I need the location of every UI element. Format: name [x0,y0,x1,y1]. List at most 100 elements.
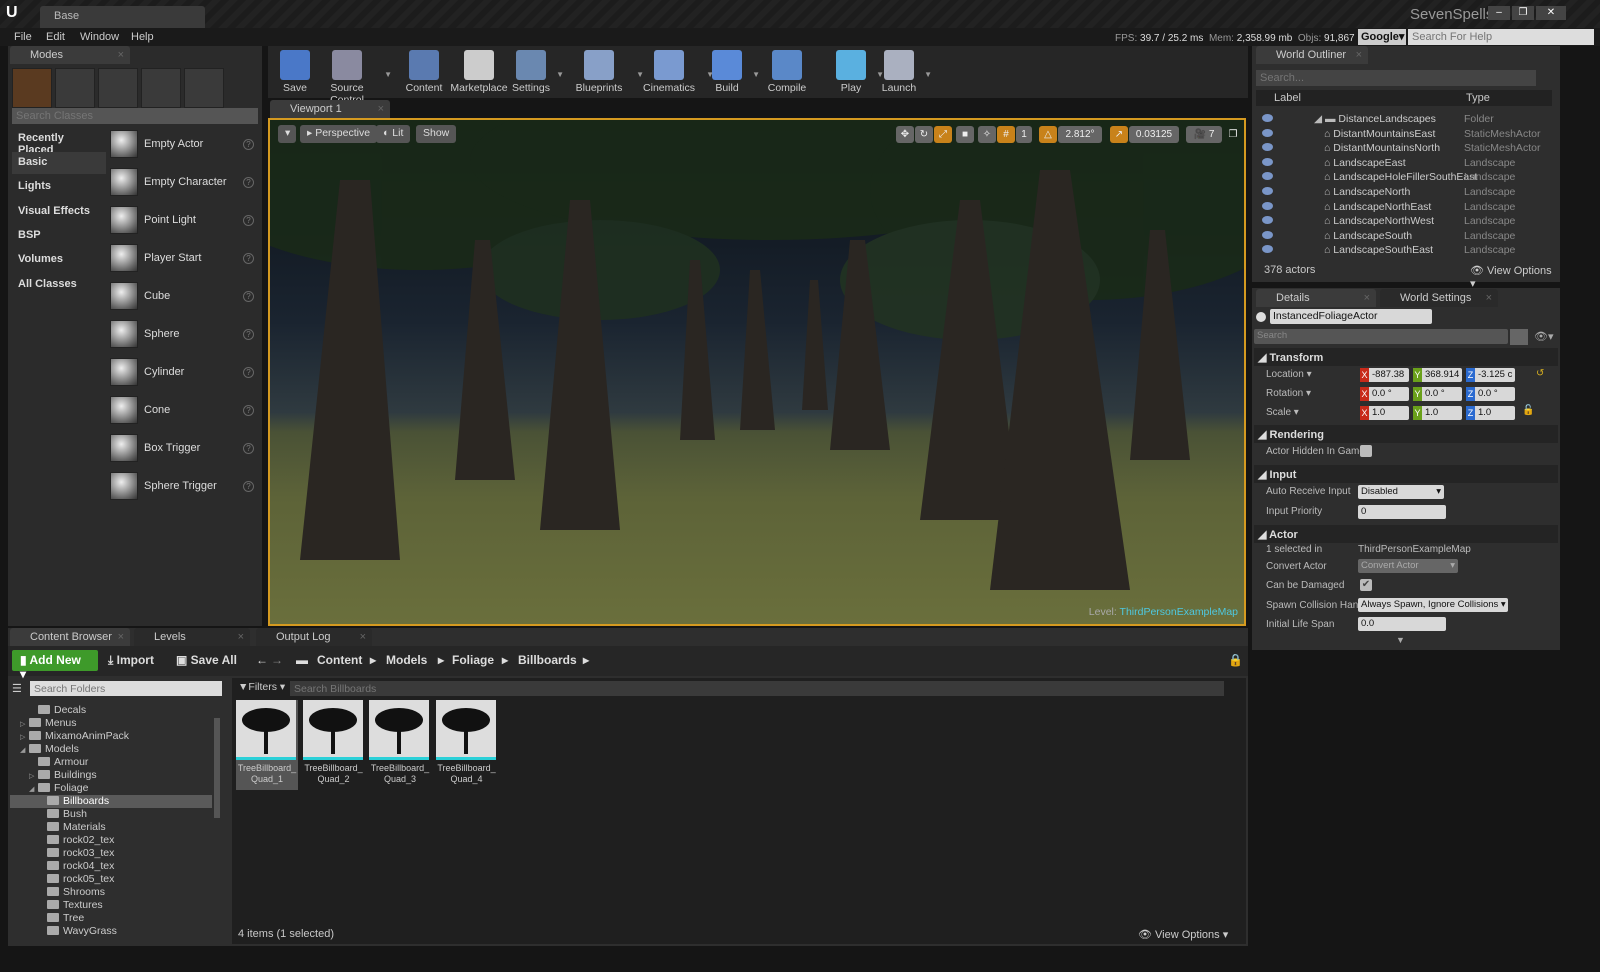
tab-levels[interactable]: Levels × [134,628,250,646]
toolbar-play-button[interactable]: Play ▼ [828,48,884,96]
lock-icon[interactable]: 🔒 [1228,653,1243,667]
tab-content-browser[interactable]: Content Browser × [10,628,130,646]
rotation-z-field[interactable]: 0.0 ° [1475,387,1515,401]
landscape-mode-icon[interactable] [98,68,138,108]
outliner-row[interactable]: ⌂ LandscapeNorthEast Landscape [1254,200,1544,215]
asset-tile[interactable]: TreeBillboard_ Quad_4 [435,700,498,790]
section-input[interactable]: ◢ Input [1254,465,1558,483]
folder-item[interactable]: Tree [10,912,212,925]
tab-modes[interactable]: Modes × [10,46,130,64]
scale-snap-icon[interactable]: ↗ [1110,126,1128,143]
section-rendering[interactable]: ◢ Rendering [1254,425,1558,443]
rotation-label[interactable]: Rotation ▾ [1266,388,1311,399]
viewport-options-button[interactable]: ▾ [278,125,296,143]
folder-item[interactable]: ▷ Menus [10,717,212,730]
toolbar-settings-button[interactable]: Settings ▼ [508,48,564,96]
world-local-icon[interactable]: ■ [956,126,974,143]
folder-item[interactable]: rock03_tex [10,847,212,860]
minimize-button[interactable]: – [1488,6,1510,20]
visibility-eye-icon[interactable] [1262,201,1273,210]
scale-label[interactable]: Scale ▾ [1266,407,1299,418]
lock-icon[interactable]: 🔓 [1522,405,1534,416]
toolbar-source-control-button[interactable]: Source Control▼ [312,48,392,106]
expand-arrow-icon[interactable]: ▷ [29,772,38,780]
asset-tile[interactable]: TreeBillboard_ Quad_1 [236,700,298,790]
place-item[interactable]: Empty Character? [108,166,260,202]
rotation-snap-value[interactable]: 2.812° [1058,126,1102,143]
outliner-row[interactable]: ◢ ▬ DistanceLandscapes Folder [1254,112,1544,127]
folder-item[interactable]: rock05_tex [10,873,212,886]
outliner-row[interactable]: ⌂ LandscapeSouthEast Landscape [1254,243,1544,258]
expand-arrow-icon[interactable]: ▷ [20,733,29,741]
tab-world-settings[interactable]: World Settings × [1380,289,1498,307]
can-be-damaged-checkbox[interactable]: ✔ [1360,579,1372,591]
toolbar-build-button[interactable]: Build ▼ [704,48,760,96]
place-item[interactable]: Cylinder? [108,356,260,392]
help-icon[interactable]: ? [243,139,254,150]
help-icon[interactable]: ? [243,405,254,416]
foliage-mode-icon[interactable] [141,68,181,108]
paint-mode-icon[interactable] [55,68,95,108]
category-recently-placed[interactable]: Recently Placed [12,128,106,156]
close-button[interactable]: ✕ [1536,6,1566,20]
visibility-eye-icon[interactable] [1262,230,1273,239]
outliner-search-input[interactable] [1256,70,1536,86]
visibility-eye-icon[interactable] [1262,128,1273,137]
toolbar-content-button[interactable]: Content [401,48,447,96]
toolbar-cinematics-button[interactable]: Cinematics ▼ [634,48,714,96]
col-type[interactable]: Type [1466,92,1490,104]
asset-tile[interactable]: TreeBillboard_ Quad_3 [369,700,431,790]
filters-button[interactable]: ▼Filters ▾ [238,681,285,693]
outliner-row[interactable]: ⌂ LandscapeEast Landscape [1254,156,1544,171]
folder-item[interactable]: ◢ Models [10,743,212,756]
category-volumes[interactable]: Volumes [12,249,106,271]
scale-snap-value[interactable]: 0.03125 [1129,126,1179,143]
actor-name-field[interactable]: InstancedFoliageActor [1270,309,1432,324]
camera-speed-button[interactable]: 🎥 7 [1186,126,1222,143]
input-priority-field[interactable]: 0 [1358,505,1446,519]
tab-details[interactable]: Details × [1256,289,1376,307]
show-button[interactable]: Show [416,125,457,143]
tab-viewport[interactable]: Viewport 1 × [270,100,390,118]
search-folders-input[interactable] [30,681,222,696]
place-item[interactable]: Cone? [108,394,260,430]
save-all-button[interactable]: ▣ Save All [176,653,237,667]
initial-life-span-field[interactable]: 0.0 [1358,617,1446,631]
actor-hidden-checkbox[interactable] [1360,445,1372,457]
outliner-row[interactable]: ⌂ LandscapeSouth Landscape [1254,229,1544,244]
reset-icon[interactable]: ↺ [1536,368,1544,379]
place-item[interactable]: Cube? [108,280,260,316]
place-item[interactable]: Point Light? [108,204,260,240]
section-transform[interactable]: ◢ Transform [1254,348,1558,366]
document-tab[interactable]: Base [40,6,205,28]
translate-tool-icon[interactable]: ✥ [896,126,914,143]
help-icon[interactable]: ? [243,291,254,302]
dropdown-arrow-icon[interactable]: ▼ [752,70,760,79]
place-item[interactable]: Player Start? [108,242,260,278]
visibility-eye-icon[interactable] [1262,216,1273,225]
convert-actor-dropdown[interactable]: Convert Actor ▾ [1358,559,1458,573]
import-button[interactable]: ⤓ Import [108,653,154,668]
search-engine-dropdown[interactable]: Google▾ [1358,29,1406,45]
tab-world-outliner[interactable]: World Outliner × [1256,46,1368,64]
grid-snap-icon[interactable]: # [997,126,1015,143]
eye-icon[interactable]: 👁▾ [1534,330,1554,343]
toolbar-marketplace-button[interactable]: Marketplace [444,48,514,96]
location-x-field[interactable]: -887.38 [1369,368,1409,382]
dropdown-arrow-icon[interactable]: ▼ [556,70,564,79]
search-classes-input[interactable] [12,108,258,124]
folder-item[interactable]: Shrooms [10,886,212,899]
visibility-eye-icon[interactable] [1262,114,1273,122]
geometry-mode-icon[interactable] [184,68,224,108]
menu-file[interactable]: File [14,31,32,43]
toolbar-launch-button[interactable]: Launch ▼ [876,48,932,96]
grid-snap-value[interactable]: 1 [1016,126,1032,143]
add-new-button[interactable]: ▮ Add New ▾ [12,650,98,681]
folder-item[interactable]: ▷ MixamoAnimPack [10,730,212,743]
visibility-eye-icon[interactable] [1262,245,1273,254]
lit-button[interactable]: ◐ Lit [376,125,411,143]
details-search-input[interactable]: Search [1254,329,1508,344]
category-lights[interactable]: Lights [12,176,106,198]
dropdown-arrow-icon[interactable]: ▼ [384,70,392,79]
toolbar-compile-button[interactable]: Compile [764,48,810,96]
